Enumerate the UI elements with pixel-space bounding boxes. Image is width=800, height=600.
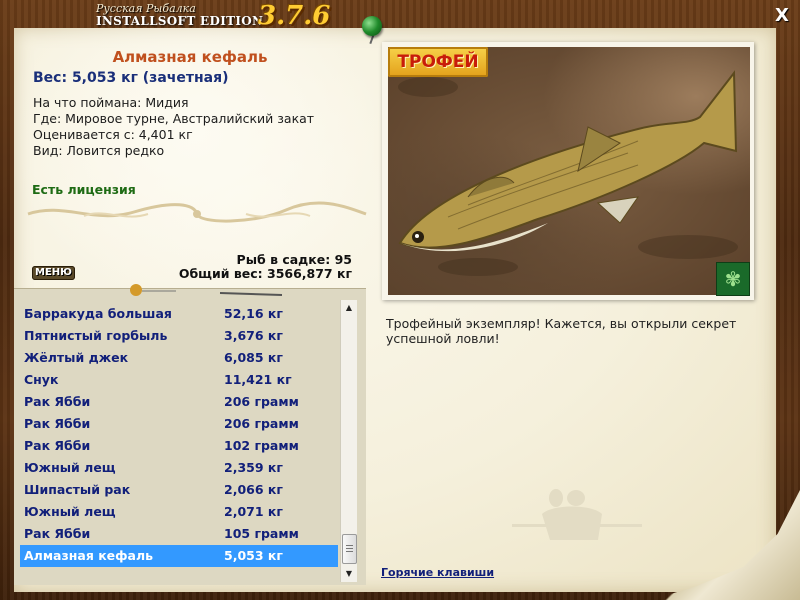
list-item[interactable]: Южный лещ 2,359 кг <box>20 457 338 479</box>
close-icon[interactable]: X <box>772 6 792 26</box>
keepnet-count: Рыб в садке: 95 <box>236 252 352 267</box>
rarity-info: Вид: Ловится редко <box>33 143 165 158</box>
fish-weight-cell: 102 грамм <box>224 438 299 453</box>
list-item[interactable]: Алмазная кефаль 5,053 кг <box>20 545 338 567</box>
fish-weight-cell: 206 грамм <box>224 394 299 409</box>
fish-title: Алмазная кефаль <box>112 48 268 66</box>
fish-name-cell: Шипастый рак <box>24 482 131 497</box>
fish-name-cell: Рак Ябби <box>24 416 91 431</box>
fish-weight-cell: 2,359 кг <box>224 460 283 475</box>
list-item[interactable]: Южный лещ 2,071 кг <box>20 501 338 523</box>
list-item[interactable]: Барракуда большая 52,16 кг <box>20 303 338 325</box>
fish-illustration <box>398 70 738 276</box>
butterfly-icon[interactable]: ✾ <box>716 262 750 296</box>
angler-watermark <box>512 489 642 540</box>
fish-weight: Вес: 5,053 кг (зачетная) <box>33 70 229 86</box>
fish-weight-cell: 5,053 кг <box>224 548 283 563</box>
fish-weight-cell: 52,16 кг <box>224 306 283 321</box>
fish-weight-cell: 105 грамм <box>224 526 299 541</box>
trophy-message: Трофейный экземпляр! Кажется, вы открыли… <box>386 316 737 346</box>
keepnet-total-weight: Общий вес: 3566,877 кг <box>178 266 352 281</box>
valuation-info: Оценивается с: 4,401 кг <box>33 127 193 142</box>
fish-weight-cell: 2,066 кг <box>224 482 283 497</box>
pin-icon <box>362 16 382 36</box>
location-info: Где: Мировое турне, Австралийский закат <box>33 111 315 126</box>
catch-list[interactable]: Барракуда большая 52,16 кг Пятнистый горбы… <box>20 303 338 567</box>
fish-name-cell: Алмазная кефаль <box>24 548 154 563</box>
fish-name-cell: Южный лещ <box>24 504 116 519</box>
fish-weight-cell: 6,085 кг <box>224 350 283 365</box>
scroll-thumb[interactable] <box>342 534 357 564</box>
scroll-up-arrow-icon[interactable]: ▲ <box>341 300 357 316</box>
fish-name-cell: Рак Ябби <box>24 438 91 453</box>
fish-photo <box>388 47 750 295</box>
license-status: Есть лицензия <box>32 182 136 197</box>
list-item[interactable]: Шипастый рак 2,066 кг <box>20 479 338 501</box>
fish-weight-cell: 11,421 кг <box>224 372 292 387</box>
fish-weight-cell: 206 грамм <box>224 416 299 431</box>
bait-info: На что поймана: Мидия <box>33 95 189 110</box>
trophy-badge: ТРОФЕЙ <box>388 47 488 77</box>
fish-name-cell: Рак Ябби <box>24 394 91 409</box>
hotkeys-link[interactable]: Горячие клавиши <box>381 566 494 579</box>
fish-name-cell: Южный лещ <box>24 460 116 475</box>
list-item[interactable]: Рак Ябби 102 грамм <box>20 435 338 457</box>
float-decoration <box>130 284 283 296</box>
fish-name-cell: Снук <box>24 372 59 387</box>
catch-list-panel: Барракуда большая 52,16 кг Пятнистый горбы… <box>14 288 366 585</box>
fish-name-cell: Барракуда большая <box>24 306 172 321</box>
scroll-down-arrow-icon[interactable]: ▼ <box>341 566 357 582</box>
logo-title: INSTALLSOFT EDITION <box>96 14 264 28</box>
ornament-divider <box>27 201 367 223</box>
menu-button[interactable]: МЕНЮ <box>32 266 75 280</box>
list-item[interactable]: Рак Ябби 206 грамм <box>20 391 338 413</box>
version-label: 3.7.6 <box>258 1 331 31</box>
list-item[interactable]: Рак Ябби 206 грамм <box>20 413 338 435</box>
list-item[interactable]: Жёлтый джек 6,085 кг <box>20 347 338 369</box>
fish-weight-cell: 2,071 кг <box>224 504 283 519</box>
catch-list-scrollbar[interactable]: ▲ ▼ <box>340 300 357 582</box>
fish-name-cell: Жёлтый джек <box>24 350 129 365</box>
list-item[interactable]: Рак Ябби 105 грамм <box>20 523 338 545</box>
list-item[interactable]: Пятнистый горбыль 3,676 кг <box>20 325 338 347</box>
fish-weight-cell: 3,676 кг <box>224 328 283 343</box>
fish-name-cell: Пятнистый горбыль <box>24 328 168 343</box>
fish-name-cell: Рак Ябби <box>24 526 91 541</box>
parchment-highlight <box>14 28 374 288</box>
list-item[interactable]: Снук 11,421 кг <box>20 369 338 391</box>
